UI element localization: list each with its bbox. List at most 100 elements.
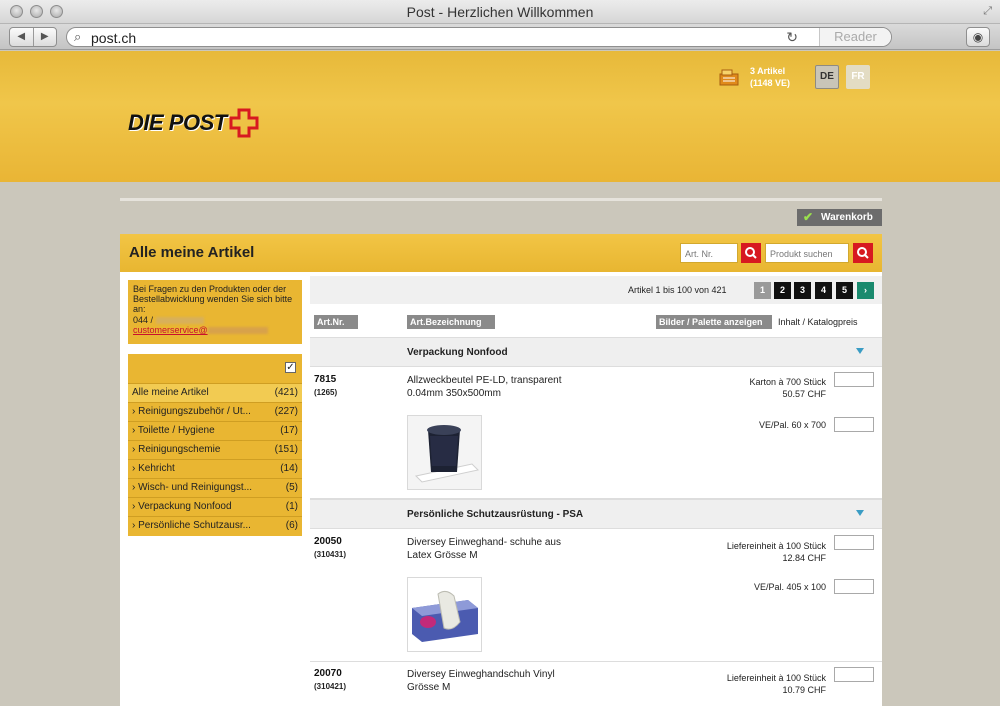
pallet-quantity-input[interactable] [834, 417, 874, 432]
page-1-button[interactable]: 1 [754, 282, 771, 299]
category-item-toilette[interactable]: › Toilette / Hygiene (17) [128, 421, 302, 440]
group-header-psa[interactable]: Persönliche Schutzausrüstung - PSA [310, 499, 882, 529]
forward-icon[interactable]: ▶ [34, 28, 57, 46]
cart-count: 3 Artikel [750, 66, 786, 76]
panel-header: Alle meine Artikel Art. Nr. Produkt such… [120, 234, 882, 272]
help-text: Bei Fragen zu den Produkten oder der Bes… [133, 284, 293, 314]
fullscreen-icon[interactable]: ⤢ [983, 5, 992, 18]
group-header-verpackung[interactable]: Verpackung Nonfood [310, 337, 882, 367]
browser-toolbar: ◀ ▶ ⌕ post.ch ↻ Reader ◉ [0, 24, 1000, 50]
warenkorb-label: Warenkorb [821, 212, 873, 223]
help-email-line[interactable]: customerservice@ [133, 325, 297, 335]
warenkorb-button[interactable]: ✔ Warenkorb [797, 209, 882, 226]
page-title: Alle meine Artikel [129, 244, 255, 261]
category-item-reinigungszubehoer[interactable]: › Reinigungszubehör / Ut... (227) [128, 402, 302, 421]
article-pack-price: Liefereinheit à 100 Stück 10.79 CHF [727, 672, 826, 696]
col-art-nr[interactable]: Art.Nr. [314, 315, 358, 329]
url-text[interactable]: post.ch [91, 30, 136, 46]
pallet-info: VE/Pal. 60 x 700 [758, 420, 826, 430]
lang-de-button[interactable]: DE [815, 65, 839, 89]
quantity-input[interactable] [834, 535, 874, 550]
swiss-cross-icon [229, 108, 259, 138]
search-icon [745, 247, 757, 259]
basket-icon [719, 69, 739, 86]
category-item-kehricht[interactable]: › Kehricht (14) [128, 459, 302, 478]
show-images-button[interactable]: Bilder / Palette anzeigen [656, 315, 772, 329]
pack-unit: Karton à 700 Stück [749, 377, 826, 387]
col-inhalt: Inhalt / Katalogpreis [778, 317, 858, 327]
window-title: Post - Herzlichen Willkommen [406, 4, 594, 20]
trash-bag-image [408, 416, 481, 489]
downloads-icon[interactable]: ◉ [966, 27, 990, 47]
column-header-bar: Art.Nr. Art.Bezeichnung Bilder / Palette… [310, 310, 882, 334]
lang-fr-button[interactable]: FR [846, 65, 870, 89]
article-pack-price: Karton à 700 Stück 50.57 CHF [749, 376, 826, 400]
article-description: Diversey Einweghandschuh Vinyl Grösse M [407, 669, 555, 693]
help-phone: 044 / [133, 315, 297, 325]
pallet-quantity-input[interactable] [834, 579, 874, 594]
divider [120, 198, 882, 201]
article-subnumber: (1265) [314, 388, 338, 397]
help-box: Bei Fragen zu den Produkten oder der Bes… [128, 280, 302, 344]
col-bezeichnung[interactable]: Art.Bezeichnung [407, 315, 495, 329]
product-image[interactable] [407, 415, 482, 490]
logo-text: DIE POST [128, 110, 227, 135]
group-title: Verpackung Nonfood [407, 347, 508, 358]
article-list: Artikel 1 bis 100 von 421 1 2 3 4 5 › Ar… [310, 272, 882, 706]
quantity-input[interactable] [834, 667, 874, 682]
pack-unit: Liefereinheit à 100 Stück [726, 541, 826, 551]
die-post-logo[interactable]: DIE POST [128, 108, 259, 138]
cart-summary-text: 3 Artikel (1148 VE) [750, 65, 790, 89]
quantity-input[interactable] [834, 372, 874, 387]
article-description: Diversey Einweghand- schuhe aus Latex Gr… [407, 537, 561, 561]
email-blurred [207, 327, 268, 335]
group-title: Persönliche Schutzausrüstung - PSA [407, 509, 584, 520]
back-icon[interactable]: ◀ [10, 28, 34, 46]
article-pack-price: Liefereinheit à 100 Stück 12.84 CHF [727, 540, 826, 564]
nav-buttons: ◀ ▶ [9, 27, 57, 47]
category-item-alle[interactable]: Alle meine Artikel (421) [128, 383, 302, 402]
page-3-button[interactable]: 3 [794, 282, 811, 299]
article-number: 20050 [314, 536, 342, 547]
site-header: DIE POST 3 Artikel (1148 VE) DE FR [0, 51, 1000, 182]
price: 50.57 CHF [782, 389, 826, 399]
row-separator [310, 661, 882, 662]
price: 12.84 CHF [782, 553, 826, 563]
category-item-schutzausruestung[interactable]: › Persönliche Schutzausr... (6) [128, 516, 302, 535]
category-item-wisch[interactable]: › Wisch- und Reinigungst... (5) [128, 478, 302, 497]
reload-icon[interactable]: ↻ [786, 29, 798, 46]
category-list: ✓ Alle meine Artikel (421) › Reinigungszu… [128, 354, 302, 536]
filter-checkbox[interactable]: ✓ [285, 362, 296, 373]
checkmark-icon: ✔ [803, 210, 814, 224]
page-2-button[interactable]: 2 [774, 282, 791, 299]
price: 10.79 CHF [782, 685, 826, 695]
product-search-input[interactable]: Produkt suchen [765, 243, 849, 263]
page-4-button[interactable]: 4 [815, 282, 832, 299]
category-item-reinigungschemie[interactable]: › Reinigungschemie (151) [128, 440, 302, 459]
article-number: 20070 [314, 668, 342, 679]
phone-blurred [155, 317, 204, 325]
pack-unit: Liefereinheit à 100 Stück [726, 673, 826, 683]
article-subnumber: (310421) [314, 682, 347, 691]
product-image[interactable] [407, 577, 482, 652]
next-page-button[interactable]: › [857, 282, 874, 299]
search-icon: ⌕ [74, 29, 82, 44]
art-nr-search-button[interactable] [741, 243, 761, 263]
address-bar[interactable]: ⌕ post.ch ↻ Reader [66, 27, 892, 47]
article-subnumber: (310431) [314, 550, 347, 559]
cart-units: (1148 VE) [750, 78, 791, 88]
search-icon [857, 247, 869, 259]
product-search-button[interactable] [853, 243, 873, 263]
category-item-verpackung[interactable]: › Verpackung Nonfood (1) [128, 497, 302, 516]
cart-summary[interactable]: 3 Artikel (1148 VE) [718, 65, 790, 89]
main-content: Bei Fragen zu den Produkten oder der Bes… [120, 272, 882, 706]
article-description: Allzweckbeutel PE-LD, transparent 0.04mm… [407, 375, 562, 399]
collapse-arrow-icon[interactable] [856, 348, 864, 354]
reader-button[interactable]: Reader [819, 28, 891, 46]
help-email-link[interactable]: customerservice@ [133, 325, 208, 335]
page-5-button[interactable]: 5 [836, 282, 853, 299]
article-number: 7815 [314, 374, 337, 385]
pager-bar: Artikel 1 bis 100 von 421 1 2 3 4 5 › [310, 276, 882, 304]
art-nr-input[interactable]: Art. Nr. [680, 243, 738, 263]
collapse-arrow-icon[interactable] [856, 510, 864, 516]
